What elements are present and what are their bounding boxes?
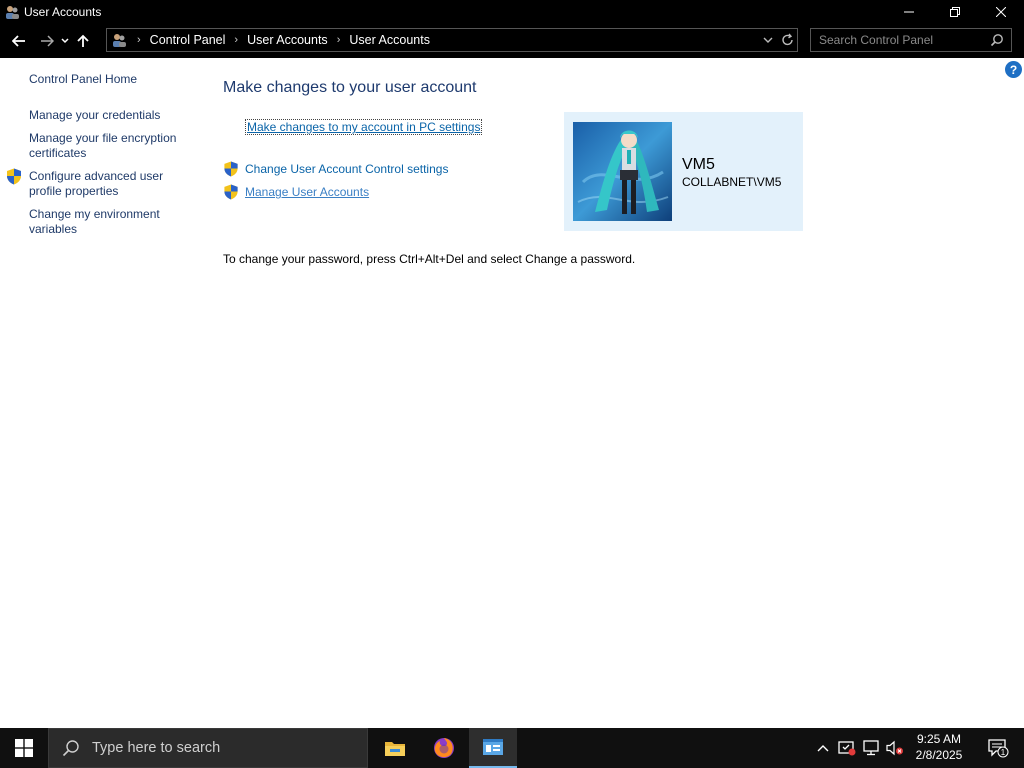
configure-advanced-profile-link[interactable]: Configure advanced user profile properti… [29, 169, 194, 199]
task-uac-settings-label[interactable]: Change User Account Control settings [245, 162, 448, 176]
uac-shield-icon [224, 184, 238, 200]
account-tile: VM5 COLLABNET\VM5 [564, 112, 803, 231]
manage-file-encryption-link[interactable]: Manage your file encryption certificates [29, 131, 194, 161]
account-name: VM5 [682, 156, 715, 173]
window-controls [886, 0, 1024, 23]
notification-center-icon[interactable]: 1 [978, 728, 1018, 768]
minimize-button[interactable] [886, 0, 932, 23]
firefox-icon[interactable] [420, 728, 468, 768]
avatar [573, 122, 672, 221]
address-tools [763, 31, 795, 52]
search-input[interactable] [811, 33, 981, 47]
page-title: Make changes to your user account [223, 79, 477, 96]
security-tray-icon[interactable] [836, 728, 858, 768]
start-button[interactable] [0, 728, 48, 768]
breadcrumb-separator-icon[interactable]: › [337, 34, 341, 46]
address-bar[interactable]: › Control Panel › User Accounts › User A… [106, 28, 798, 52]
uac-shield-icon [224, 161, 238, 177]
breadcrumb-user-accounts-current[interactable]: User Accounts [349, 33, 430, 47]
task-uac-settings[interactable]: Change User Account Control settings [223, 161, 448, 177]
up-arrow-icon[interactable] [72, 28, 94, 54]
breadcrumb-user-accounts[interactable]: User Accounts [247, 33, 328, 47]
clock-time: 9:25 AM [916, 732, 962, 746]
breadcrumb-control-panel[interactable]: Control Panel [150, 33, 226, 47]
show-hidden-icons-chevron-icon[interactable] [813, 728, 833, 768]
close-button[interactable] [978, 0, 1024, 23]
taskbar-search-placeholder: Type here to search [92, 740, 221, 756]
pc-settings-link[interactable]: Make changes to my account in PC setting… [245, 119, 483, 135]
recent-locations-chevron-icon[interactable] [58, 28, 72, 54]
uac-shield-icon [6, 168, 22, 190]
control-panel-home-link[interactable]: Control Panel Home [29, 72, 194, 87]
account-domain: COLLABNET\VM5 [682, 175, 782, 189]
navigation-bar: › Control Panel › User Accounts › User A… [0, 23, 1024, 58]
restore-button[interactable] [932, 0, 978, 23]
notification-count: 1 [1001, 748, 1006, 757]
title-bar: User Accounts [0, 0, 1024, 23]
control-panel-taskbar-icon[interactable] [469, 728, 517, 768]
task-manage-user-accounts[interactable]: Manage User Accounts [223, 184, 369, 200]
back-arrow-icon[interactable] [8, 28, 30, 54]
file-explorer-icon[interactable] [371, 728, 419, 768]
search-box[interactable] [810, 28, 1012, 52]
forward-arrow-icon[interactable] [36, 28, 58, 54]
user-accounts-icon [110, 31, 128, 49]
search-icon [62, 739, 80, 757]
breadcrumb-separator-icon[interactable]: › [137, 34, 141, 46]
user-accounts-icon [4, 4, 20, 20]
manage-credentials-link[interactable]: Manage your credentials [29, 108, 194, 123]
password-note: To change your password, press Ctrl+Alt+… [223, 252, 636, 266]
taskbar-clock[interactable]: 9:25 AM 2/8/2025 [906, 731, 972, 763]
window-title: User Accounts [24, 4, 102, 19]
task-manage-user-accounts-label[interactable]: Manage User Accounts [245, 185, 369, 199]
volume-muted-icon[interactable] [884, 728, 906, 768]
taskbar-search-box[interactable]: Type here to search [48, 728, 368, 768]
change-environment-variables-link[interactable]: Change my environment variables [29, 207, 194, 237]
breadcrumb-separator-icon[interactable]: › [234, 34, 238, 46]
search-icon[interactable] [990, 33, 1004, 52]
network-icon[interactable] [860, 728, 882, 768]
clock-date: 2/8/2025 [915, 748, 963, 762]
help-icon[interactable]: ? [1005, 61, 1022, 78]
taskbar: Type here to search 9:25 AM 2/8/2025 1 [0, 728, 1024, 768]
windows-logo-icon [15, 739, 33, 757]
address-dropdown-chevron-icon[interactable] [763, 31, 773, 52]
refresh-icon[interactable] [781, 31, 795, 52]
